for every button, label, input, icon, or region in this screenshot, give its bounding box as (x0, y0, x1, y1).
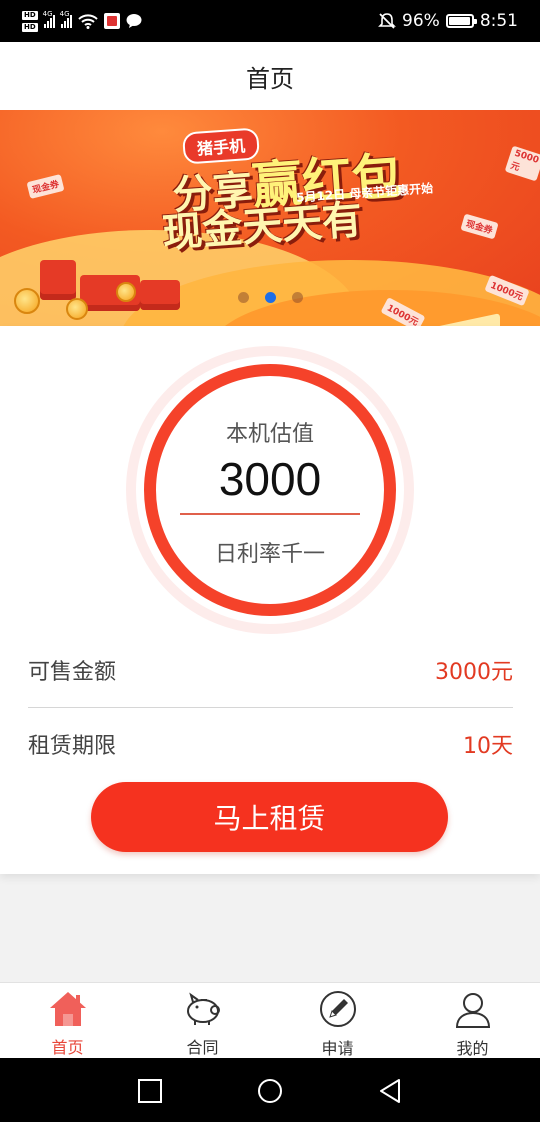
row-divider (28, 707, 513, 708)
battery-icon (445, 14, 477, 28)
battery-percent: 96% (402, 11, 440, 31)
tab-mine-label: 我的 (456, 1039, 489, 1058)
lease-term-value: 10天 (463, 734, 513, 759)
recent-apps-icon[interactable] (137, 1078, 163, 1104)
rental-card: 本机估值 3000 日利率千一 可售金额 3000元 租赁期限 10天 马上租赁 (0, 326, 540, 874)
cash-voucher: 5000元 (504, 145, 540, 182)
signal-icon-2: 4G (60, 10, 72, 28)
cash-voucher: 现金券 (460, 213, 499, 240)
daily-rate-label: 日利率千一 (214, 542, 325, 567)
network-label-2: 4G (59, 10, 70, 18)
home-button-icon[interactable] (257, 1078, 283, 1104)
signal-icon-1: 4G (43, 10, 55, 28)
valuation-underline (180, 513, 360, 515)
sale-amount-label: 可售金额 (28, 660, 117, 685)
valuation-label: 本机估值 (225, 422, 314, 447)
carousel-indicators (0, 292, 540, 303)
tab-contract[interactable]: 合同 (135, 983, 270, 1058)
sale-amount-value: 3000元 (435, 660, 513, 685)
valuation-value: 3000 (218, 453, 322, 505)
sale-amount-row: 可售金额 3000元 (28, 650, 513, 690)
tab-apply-label: 申请 (321, 1039, 354, 1058)
network-label-1: 4G (42, 10, 53, 18)
wifi-icon (77, 14, 98, 29)
banner-headline-2: 现金天天有 (160, 197, 364, 257)
hd-chip-2: HD (22, 22, 38, 32)
hd-indicators: HD HD (22, 10, 38, 32)
app-notification-icon (103, 13, 120, 29)
clock: 8:51 (479, 11, 518, 31)
tab-mine[interactable]: 我的 (405, 983, 540, 1058)
message-icon (126, 14, 142, 28)
tab-home[interactable]: 首页 (0, 983, 135, 1058)
cash-voucher: 现金券 (26, 174, 65, 199)
lease-term-label: 租赁期限 (28, 734, 117, 759)
tab-contract-label: 合同 (186, 1038, 219, 1057)
piggy-bank-icon (183, 989, 223, 1028)
status-left-icons: HD HD 4G 4G (22, 0, 142, 42)
carousel-dot-active[interactable] (264, 292, 276, 303)
hd-chip-1: HD (22, 10, 38, 20)
battery-fill (448, 17, 470, 25)
page-title: 首页 (246, 64, 294, 93)
bottom-nav: 首页 合同 申请 我的 (0, 982, 540, 1058)
tab-apply[interactable]: 申请 (270, 983, 405, 1058)
status-bar: HD HD 4G 4G 96% 8:51 (0, 0, 540, 42)
back-icon[interactable] (377, 1078, 403, 1104)
carousel-dot[interactable] (237, 292, 249, 303)
home-icon (48, 989, 88, 1028)
carousel-dot[interactable] (291, 292, 303, 303)
system-nav-bar (0, 1058, 540, 1122)
tab-home-label: 首页 (51, 1038, 84, 1057)
status-right-icons: 96% 8:51 (378, 0, 518, 42)
user-icon (453, 989, 493, 1029)
pencil-circle-icon (318, 989, 358, 1029)
rent-now-button[interactable]: 马上租赁 (91, 782, 448, 852)
mute-icon (378, 13, 396, 29)
app-header: 首页 (0, 42, 540, 110)
lease-term-row: 租赁期限 10天 (28, 724, 513, 764)
